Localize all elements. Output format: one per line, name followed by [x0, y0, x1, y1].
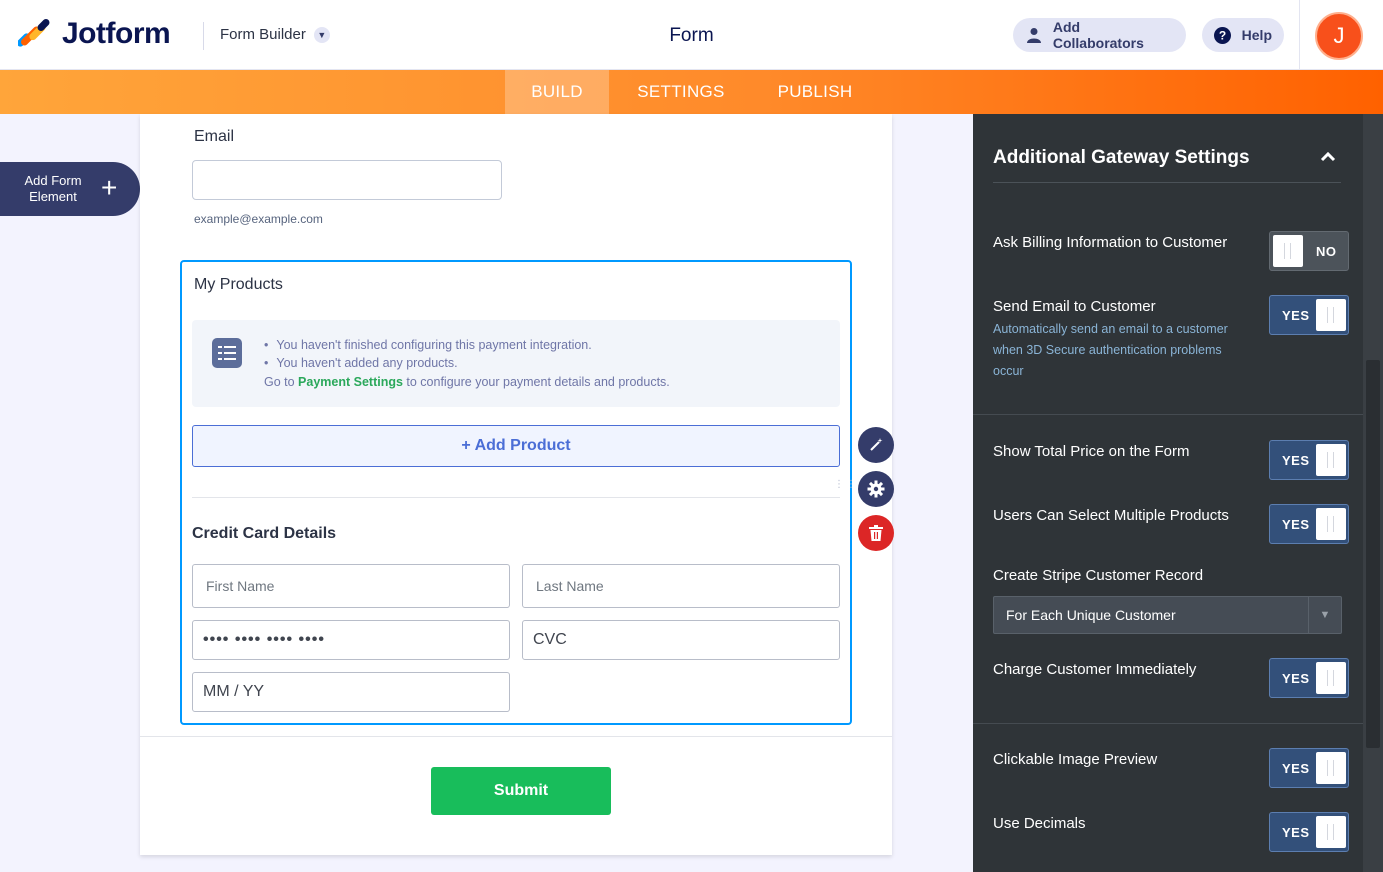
checklist-icon [212, 338, 242, 368]
form-builder-dropdown[interactable]: Form Builder ▼ [220, 26, 330, 43]
notice-item: You haven't added any products. [264, 354, 592, 372]
plus-icon: + [101, 172, 118, 203]
toggle-state: YES [1282, 760, 1310, 776]
builder-nav: BUILD SETTINGS PUBLISH [0, 70, 1383, 114]
option-label-multiple-products: Users Can Select Multiple Products [993, 507, 1229, 524]
email-field[interactable] [192, 160, 502, 200]
option-label-show-total: Show Total Price on the Form [993, 443, 1190, 460]
option-label-send-email: Send Email to Customer [993, 298, 1156, 315]
first-name-field[interactable]: First Name [192, 564, 510, 608]
chevron-down-icon: ▼ [1308, 597, 1341, 633]
email-sublabel: example@example.com [194, 212, 323, 226]
toggle-state: NO [1316, 243, 1337, 259]
trash-icon[interactable] [858, 515, 894, 551]
magic-wand-icon[interactable] [858, 427, 894, 463]
svg-text:?: ? [1219, 28, 1226, 42]
add-collaborators-button[interactable]: Add Collaborators [1013, 18, 1186, 52]
user-icon [1025, 26, 1043, 44]
notice-item: You haven't finished configuring this pa… [264, 336, 591, 354]
last-name-field[interactable]: Last Name [522, 564, 840, 608]
toggle-knob [1316, 816, 1346, 848]
chevron-up-icon[interactable] [1317, 146, 1339, 168]
form-canvas: Email example@example.com My Products Yo… [140, 114, 892, 855]
send-email-toggle[interactable]: YES [1269, 295, 1349, 335]
form-divider [140, 736, 892, 737]
logo-text: Jotform [62, 17, 171, 50]
goto-prefix: Go to [264, 375, 299, 389]
panel-title: Additional Gateway Settings [993, 147, 1250, 168]
drag-handle-icon[interactable]: ⋮⋮ [834, 480, 856, 504]
chevron-down-icon: ▼ [313, 26, 330, 43]
credit-card-title: Credit Card Details [192, 525, 337, 542]
header-divider [203, 22, 204, 50]
option-label-use-decimals: Use Decimals [993, 815, 1086, 832]
add-form-element-button[interactable]: Add Form Element + [0, 162, 140, 216]
payment-notice: You haven't finished configuring this pa… [192, 320, 840, 407]
option-description-send-email: Automatically send an email to a custome… [993, 322, 1228, 378]
stripe-customer-select[interactable]: For Each Unique Customer ▼ [993, 596, 1342, 634]
tab-settings[interactable]: SETTINGS [622, 70, 740, 114]
section-divider [973, 414, 1363, 415]
expiry-field[interactable]: MM / YY [192, 672, 510, 712]
payment-products-field[interactable]: My Products You haven't finished configu… [180, 260, 856, 725]
option-label-charge-immediately: Charge Customer Immediately [993, 661, 1197, 678]
help-button[interactable]: ? Help [1202, 18, 1284, 52]
show-total-toggle[interactable]: YES [1269, 440, 1349, 480]
toggle-knob [1316, 508, 1346, 540]
toggle-state: YES [1282, 824, 1310, 840]
jotform-logo-icon [18, 19, 50, 47]
toggle-knob [1316, 299, 1346, 331]
help-label: Help [1241, 27, 1272, 43]
gear-icon[interactable] [858, 471, 894, 507]
add-form-element-label: Add Form Element [24, 173, 82, 204]
toggle-knob [1273, 235, 1303, 267]
toggle-state: YES [1282, 307, 1310, 323]
select-value: For Each Unique Customer [1006, 607, 1176, 623]
toggle-state: YES [1282, 670, 1310, 686]
card-number-field[interactable]: •••• •••• •••• •••• [192, 620, 510, 660]
toggle-state: YES [1282, 516, 1310, 532]
toggle-state: YES [1282, 452, 1310, 468]
option-label-ask-billing: Ask Billing Information to Customer [993, 234, 1228, 251]
goto-suffix: to configure your payment details and pr… [402, 375, 670, 389]
multiple-products-toggle[interactable]: YES [1269, 504, 1349, 544]
panel-title-rule [993, 182, 1341, 183]
payment-settings-link[interactable]: Payment Settings [298, 375, 403, 389]
form-builder-label: Form Builder [220, 26, 306, 43]
gateway-settings-panel: Additional Gateway Settings Ask Billing … [973, 114, 1383, 872]
option-label-stripe-customer: Create Stripe Customer Record [993, 567, 1204, 584]
notice-goto-text: Go to Payment Settings to configure your… [264, 375, 670, 389]
charge-immediately-toggle[interactable]: YES [1269, 658, 1349, 698]
products-title: My Products [194, 276, 283, 293]
section-divider [973, 723, 1363, 724]
jotform-logo[interactable]: Jotform [18, 17, 171, 51]
image-preview-toggle[interactable]: YES [1269, 748, 1349, 788]
question-icon: ? [1214, 26, 1232, 44]
notice-list: You haven't finished configuring this pa… [264, 336, 592, 372]
add-product-button[interactable]: + Add Product [192, 425, 840, 467]
avatar[interactable]: J [1315, 12, 1363, 60]
submit-button[interactable]: Submit [431, 767, 611, 815]
panel-scrollbar[interactable] [1363, 114, 1383, 872]
divider [192, 497, 840, 498]
use-decimals-toggle[interactable]: YES [1269, 812, 1349, 852]
top-header: Jotform Form Builder ▼ Form Add Collabor… [0, 0, 1383, 70]
ask-billing-toggle[interactable]: NO [1269, 231, 1349, 271]
tab-build[interactable]: BUILD [505, 70, 609, 114]
cvc-field[interactable]: CVC [522, 620, 840, 660]
toggle-knob [1316, 662, 1346, 694]
tab-publish[interactable]: PUBLISH [760, 70, 870, 114]
email-label: Email [194, 128, 235, 145]
toggle-knob [1316, 752, 1346, 784]
option-label-image-preview: Clickable Image Preview [993, 751, 1158, 768]
header-divider-right [1299, 0, 1300, 70]
toggle-knob [1316, 444, 1346, 476]
scrollbar-thumb[interactable] [1366, 360, 1380, 748]
add-collaborators-label: Add Collaborators [1052, 19, 1144, 51]
